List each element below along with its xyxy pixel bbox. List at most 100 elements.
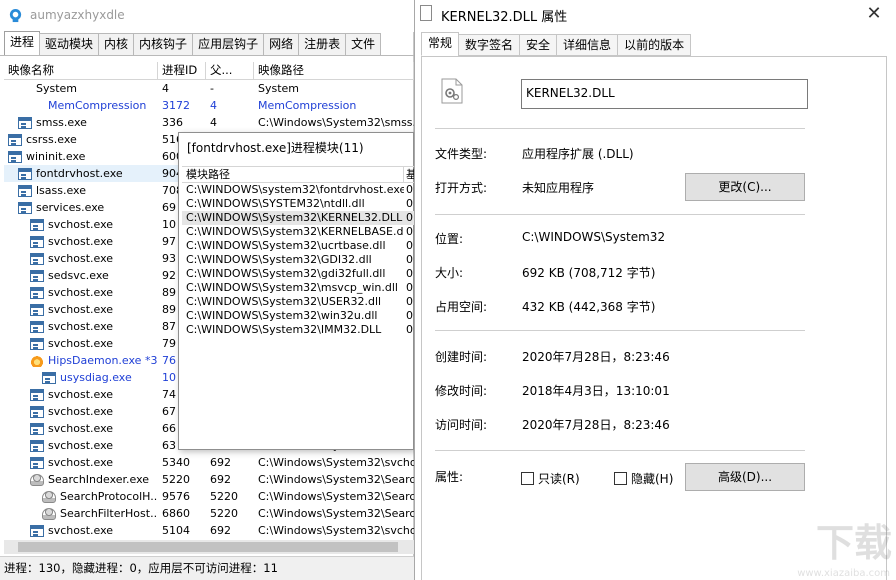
col-header-module-path[interactable]: 模块路径 xyxy=(182,167,404,182)
created-value: 2020年7月28日，8:23:46 xyxy=(522,350,670,364)
window-icon xyxy=(30,252,44,265)
process-modules-window: [fontdrvhost.exe]进程模块(11) 模块路径 基 C:\WIND… xyxy=(178,132,414,450)
process-name-cell: SearchProtocolH... xyxy=(4,488,158,505)
module-row[interactable]: C:\WINDOWS\System32\ucrtbase.dll 0 xyxy=(182,239,414,253)
process-name-cell: svchost.exe xyxy=(4,454,158,471)
window-icon xyxy=(30,269,44,282)
advanced-button[interactable]: 高级(D)... xyxy=(685,463,805,491)
module-row[interactable]: C:\WINDOWS\System32\KERNEL32.DLL 0 xyxy=(182,211,414,225)
process-name-cell: services.exe xyxy=(4,199,158,216)
table-row[interactable]: SearchIndexer.exe 5220 692 C:\Windows\Syste… xyxy=(4,471,414,488)
module-row[interactable]: C:\WINDOWS\System32\GDI32.dll 0 xyxy=(182,253,414,267)
window-icon xyxy=(30,524,44,537)
process-name-cell: SearchFilterHost... xyxy=(4,505,158,522)
table-row[interactable]: System 4 - System xyxy=(4,80,414,97)
module-row[interactable]: C:\WINDOWS\system32\fontdrvhost.exe 0 xyxy=(182,183,414,197)
tab-2[interactable]: 内核 xyxy=(98,33,135,55)
tab-1[interactable]: 驱动模块 xyxy=(39,33,100,55)
module-path: C:\WINDOWS\SYSTEM32\ntdll.dll xyxy=(186,197,365,210)
tab-0[interactable]: 进程 xyxy=(4,31,41,55)
module-row[interactable]: C:\WINDOWS\System32\win32u.dll 0 xyxy=(182,309,414,323)
tab-5[interactable]: 网络 xyxy=(263,33,300,55)
scrollbar-thumb[interactable] xyxy=(18,542,398,552)
checkbox-box[interactable] xyxy=(614,472,627,485)
filename-field[interactable]: KERNEL32.DLL xyxy=(521,79,808,109)
process-name-cell: svchost.exe xyxy=(4,250,158,267)
table-row[interactable]: svchost.exe 5104 692 C:\Windows\System32\sv… xyxy=(4,522,414,539)
module-row[interactable]: C:\WINDOWS\SYSTEM32\ntdll.dll 0 xyxy=(182,197,414,211)
process-name: svchost.exe xyxy=(48,337,114,350)
col-header-parent[interactable]: 父... xyxy=(206,62,254,80)
table-row[interactable]: MemCompression 3172 4 MemCompression xyxy=(4,97,414,114)
process-name: csrss.exe xyxy=(26,133,77,146)
process-name: svchost.exe xyxy=(48,286,114,299)
table-row[interactable]: SearchFilterHost... 6860 5220 C:\Windows\Sy… xyxy=(4,505,414,522)
process-name: svchost.exe xyxy=(48,422,114,435)
properties-title: KERNEL32.DLL 属性 xyxy=(441,10,568,25)
process-name-cell: fontdrvhost.exe xyxy=(4,165,158,182)
properties-tab-1[interactable]: 数字签名 xyxy=(458,34,521,56)
checkbox-box[interactable] xyxy=(521,472,534,485)
col-header-pid[interactable]: 进程ID xyxy=(158,62,206,80)
parent-id-cell: 4 xyxy=(210,99,217,112)
module-row[interactable]: C:\WINDOWS\System32\gdi32full.dll 0 xyxy=(182,267,414,281)
close-icon[interactable]: ✕ xyxy=(851,0,896,28)
process-name-cell: System xyxy=(4,80,158,97)
process-name-cell: HipsDaemon.exe *32 xyxy=(4,352,158,369)
properties-tab-4[interactable]: 以前的版本 xyxy=(617,34,692,56)
table-row[interactable]: svchost.exe 5340 692 C:\Windows\System32\sv… xyxy=(4,454,414,471)
module-path: C:\WINDOWS\System32\KERNEL32.DLL xyxy=(186,211,403,224)
properties-tab-3[interactable]: 详细信息 xyxy=(556,34,619,56)
process-name-cell: svchost.exe xyxy=(4,437,158,454)
module-path: C:\WINDOWS\System32\ucrtbase.dll xyxy=(186,239,386,252)
readonly-checkbox[interactable]: 只读(R) xyxy=(521,470,580,487)
module-row[interactable]: C:\WINDOWS\System32\USER32.dll 0 xyxy=(182,295,414,309)
tab-6[interactable]: 注册表 xyxy=(298,33,347,55)
image-path-cell: C:\Windows\System32\svchost. xyxy=(258,524,414,537)
process-name-cell: svchost.exe xyxy=(4,301,158,318)
col-header-base[interactable]: 基 xyxy=(404,167,414,182)
process-name: SearchIndexer.exe xyxy=(48,473,150,486)
change-button[interactable]: 更改(C)... xyxy=(685,173,805,201)
process-name: SearchProtocolH... xyxy=(60,490,158,503)
module-row[interactable]: C:\WINDOWS\System32\msvcp_win.dll 0 xyxy=(182,281,414,295)
accessed-value: 2020年7月28日，8:23:46 xyxy=(522,418,670,432)
process-name-cell: lsass.exe xyxy=(4,182,158,199)
tab-3[interactable]: 内核钩子 xyxy=(133,33,194,55)
tab-4[interactable]: 应用层钩子 xyxy=(192,33,265,55)
tab-7[interactable]: 文件 xyxy=(345,33,382,55)
module-row[interactable]: C:\WINDOWS\System32\IMM32.DLL 0 xyxy=(182,323,414,337)
col-header-image-path[interactable]: 映像路径 xyxy=(254,62,414,80)
parent-id-cell: 692 xyxy=(210,473,231,486)
process-name-cell: svchost.exe xyxy=(4,335,158,352)
hidden-checkbox[interactable]: 隐藏(H) xyxy=(614,470,673,487)
module-path: C:\WINDOWS\System32\win32u.dll xyxy=(186,309,378,322)
user-icon xyxy=(42,507,56,520)
watermark-url: www.xiazaiba.com xyxy=(797,568,890,579)
horizontal-scrollbar[interactable] xyxy=(4,540,414,554)
table-row[interactable]: smss.exe 336 4 C:\Windows\System32\smss.exe xyxy=(4,114,414,131)
image-path-cell: C:\Windows\System32\SearchI xyxy=(258,473,414,486)
modified-label: 修改时间: xyxy=(435,384,488,398)
app-logo-icon xyxy=(9,8,22,23)
module-row[interactable]: C:\WINDOWS\System32\KERNELBASE.dll 0 xyxy=(182,225,414,239)
process-name: services.exe xyxy=(36,201,105,214)
window-icon xyxy=(30,456,44,469)
open-with-label: 打开方式: xyxy=(435,181,488,195)
process-name: svchost.exe xyxy=(48,235,114,248)
process-name: System xyxy=(36,82,78,95)
module-path: C:\WINDOWS\System32\KERNELBASE.dll xyxy=(186,225,404,238)
location-value: C:\WINDOWS\System32 xyxy=(522,230,666,244)
properties-tab-2[interactable]: 安全 xyxy=(519,34,558,56)
process-name: svchost.exe xyxy=(48,439,114,452)
properties-tab-0[interactable]: 常规 xyxy=(421,32,460,56)
process-id-cell: 5104 xyxy=(162,524,190,537)
process-name: lsass.exe xyxy=(36,184,86,197)
modules-table: 模块路径 基 C:\WINDOWS\system32\fontdrvhost.e… xyxy=(182,166,414,337)
col-header-image-name[interactable]: 映像名称 xyxy=(4,62,158,80)
window-icon xyxy=(30,388,44,401)
process-name-cell: csrss.exe xyxy=(4,131,158,148)
table-row[interactable]: SearchProtocolH... 9576 5220 C:\Windows\Sys… xyxy=(4,488,414,505)
process-id-cell: 3172 xyxy=(162,99,190,112)
process-name: sedsvc.exe xyxy=(48,269,109,282)
